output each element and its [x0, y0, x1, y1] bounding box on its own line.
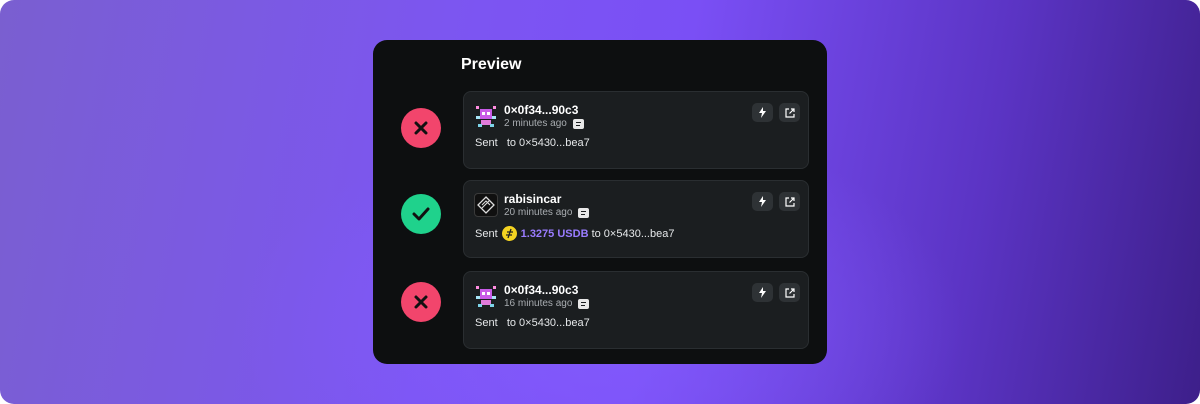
- lightning-icon: [759, 287, 766, 298]
- activity-card[interactable]: 0×0f34...90c3 2 minutes ago Sent to 0×54…: [463, 91, 809, 169]
- document-icon[interactable]: [572, 118, 584, 129]
- pixel-avatar: [474, 104, 498, 128]
- recipient-text: to 0×5430...bea7: [506, 317, 590, 329]
- success-status-icon: [401, 194, 441, 234]
- action-text: Sent: [475, 317, 498, 329]
- failed-status-icon: [401, 108, 441, 148]
- x-icon: [414, 295, 428, 309]
- external-link-button[interactable]: [779, 283, 800, 302]
- token-icon: [501, 226, 517, 241]
- lightning-icon: [759, 196, 766, 207]
- external-link-icon: [784, 196, 795, 207]
- external-link-icon: [784, 107, 795, 118]
- lightning-icon: [759, 107, 766, 118]
- lightning-button[interactable]: [752, 103, 773, 122]
- document-icon[interactable]: [578, 298, 590, 309]
- timestamp: 20 minutes ago: [504, 207, 573, 218]
- pixel-avatar: [474, 284, 498, 308]
- time-row: 2 minutes ago: [504, 118, 584, 129]
- background-banner: Preview 0×0f34...90c3 2 minutes ago Sent…: [0, 0, 1200, 404]
- lightning-button[interactable]: [752, 283, 773, 302]
- sender-name[interactable]: 0×0f34...90c3: [504, 103, 578, 117]
- external-link-button[interactable]: [779, 103, 800, 122]
- x-icon: [414, 121, 428, 135]
- document-icon[interactable]: [578, 207, 590, 218]
- sender-name[interactable]: 0×0f34...90c3: [504, 283, 578, 297]
- action-text: Sent: [475, 227, 498, 240]
- recipient-text: to 0×5430...bea7: [506, 137, 590, 149]
- token-amount[interactable]: 1.3275 USDB: [521, 228, 589, 240]
- timestamp: 16 minutes ago: [504, 298, 573, 309]
- activity-description: Sent to 0×5430...bea7: [475, 137, 590, 149]
- preview-panel: Preview 0×0f34...90c3 2 minutes ago Sent…: [373, 40, 827, 364]
- sender-name[interactable]: rabisincar: [504, 192, 561, 206]
- failed-status-icon: [401, 282, 441, 322]
- timestamp: 2 minutes ago: [504, 118, 567, 129]
- check-icon: [412, 207, 430, 221]
- logo-avatar: [474, 193, 498, 217]
- time-row: 20 minutes ago: [504, 207, 590, 218]
- action-text: Sent: [475, 137, 498, 149]
- recipient-text: to 0×5430...bea7: [591, 227, 675, 240]
- external-link-button[interactable]: [779, 192, 800, 211]
- external-link-icon: [784, 287, 795, 298]
- lightning-button[interactable]: [752, 192, 773, 211]
- activity-card[interactable]: 0×0f34...90c3 16 minutes ago Sent to 0×5…: [463, 271, 809, 349]
- activity-description: Sent to 0×5430...bea7: [475, 317, 590, 329]
- activity-description: Sent 1.3275 USDB to 0×5430...bea7: [475, 226, 674, 241]
- activity-card[interactable]: rabisincar 20 minutes ago Sent 1.3275 US…: [463, 180, 809, 258]
- preview-title: Preview: [461, 56, 522, 73]
- time-row: 16 minutes ago: [504, 298, 590, 309]
